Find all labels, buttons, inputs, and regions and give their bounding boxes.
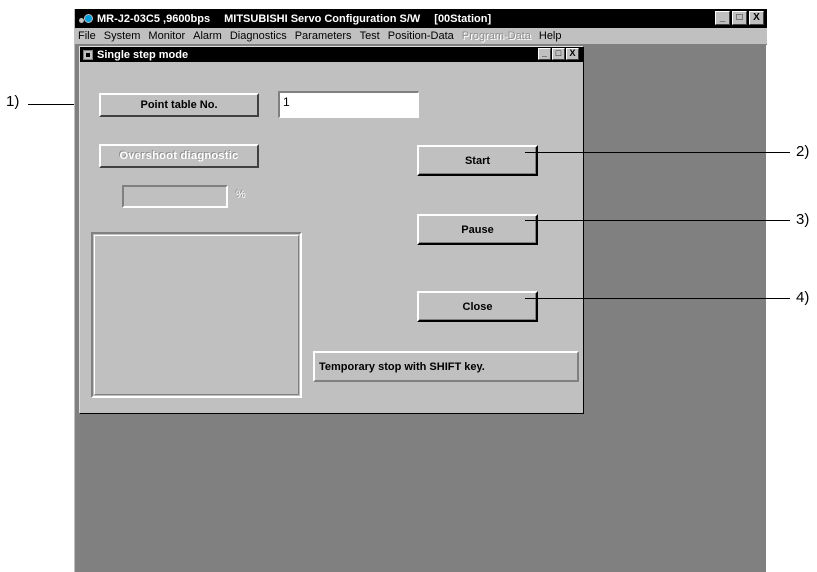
menu-test[interactable]: Test: [356, 30, 384, 42]
callout-3: 3): [796, 211, 810, 228]
app-name: MITSUBISHI Servo Configuration S/W: [224, 12, 421, 25]
pause-button[interactable]: Pause: [417, 214, 538, 245]
menu-diagnostics[interactable]: Diagnostics: [226, 30, 291, 42]
dialog-maximize-button[interactable]: □: [552, 48, 565, 60]
dialog-titlebar[interactable]: Single step mode _ □ X: [80, 47, 583, 62]
main-window: MR-J2-03C5 ,9600bps MITSUBISHI Servo Con…: [74, 9, 767, 572]
callout-1: 1): [6, 93, 20, 110]
start-button[interactable]: Start: [417, 145, 538, 176]
menu-position-data[interactable]: Position-Data: [384, 30, 458, 42]
menu-bar: File System Monitor Alarm Diagnostics Pa…: [75, 28, 767, 45]
single-step-dialog: Single step mode _ □ X Point table No. 1…: [79, 46, 584, 414]
callout-2-line: [525, 152, 790, 153]
overshoot-diagnostic-text: Overshoot diagnostic: [119, 150, 239, 162]
dialog-close-x-button[interactable]: X: [566, 48, 579, 60]
menu-monitor[interactable]: Monitor: [144, 30, 189, 42]
menu-parameters[interactable]: Parameters: [291, 30, 356, 42]
callout-2: 2): [796, 143, 810, 160]
maximize-button[interactable]: □: [732, 11, 747, 25]
dialog-title: Single step mode: [97, 48, 189, 61]
callout-3-line: [525, 220, 790, 221]
menu-alarm[interactable]: Alarm: [189, 30, 226, 42]
minimize-button[interactable]: _: [715, 11, 730, 25]
diagnostic-panel: [91, 232, 302, 398]
main-titlebar[interactable]: MR-J2-03C5 ,9600bps MITSUBISHI Servo Con…: [75, 9, 767, 28]
menu-help[interactable]: Help: [535, 30, 566, 42]
servo-app-icon[interactable]: [78, 12, 94, 26]
point-table-label: Point table No.: [99, 93, 259, 117]
station-number: [00Station]: [434, 12, 492, 25]
point-table-input[interactable]: 1: [278, 91, 419, 118]
overshoot-value-field: [122, 185, 228, 208]
callout-4-line: [525, 298, 790, 299]
menu-program-data: Program-Data: [461, 30, 531, 42]
dialog-minimize-button[interactable]: _: [538, 48, 551, 60]
percent-unit: %: [236, 189, 246, 201]
status-message: Temporary stop with SHIFT key.: [313, 351, 579, 382]
close-button[interactable]: Close: [417, 291, 538, 322]
overshoot-diagnostic-label: Overshoot diagnostic: [99, 144, 259, 168]
station-info: MR-J2-03C5 ,9600bps: [97, 12, 211, 25]
dialog-window-icon[interactable]: [83, 49, 93, 60]
close-window-button[interactable]: X: [749, 11, 764, 25]
callout-4: 4): [796, 289, 810, 306]
menu-file[interactable]: File: [75, 30, 100, 42]
menu-system[interactable]: System: [100, 30, 145, 42]
